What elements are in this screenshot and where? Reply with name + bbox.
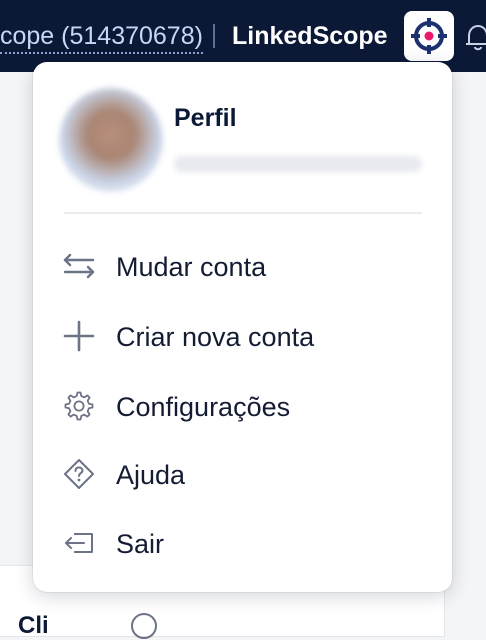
menu-item-label: Criar nova conta (116, 322, 315, 352)
swap-arrows-icon (63, 253, 95, 279)
profile-title: Perfil (174, 104, 237, 132)
gear-icon (64, 391, 94, 421)
profile-dropdown-menu: Perfil Mudar conta Criar nova conta Conf… (33, 62, 452, 592)
profile-item[interactable]: Perfil (53, 80, 433, 198)
menu-item-label: Configurações (116, 392, 291, 422)
menu-item-label: Ajuda (116, 460, 186, 490)
logout-icon (65, 533, 93, 553)
menu-item-switch-account[interactable]: Mudar conta (53, 237, 433, 293)
menu-item-settings[interactable]: Configurações (53, 377, 433, 433)
menu-item-label: Sair (116, 529, 165, 559)
menu-item-create-account[interactable]: Criar nova conta (53, 307, 433, 363)
divider (64, 212, 422, 214)
plus-icon (63, 320, 95, 352)
app-logo-button[interactable] (404, 11, 454, 61)
crosshair-logo-icon (411, 18, 447, 54)
separator (213, 24, 215, 48)
menu-item-label: Mudar conta (116, 252, 267, 282)
menu-item-help[interactable]: Ajuda (53, 445, 433, 501)
help-diamond-icon (64, 459, 94, 489)
app-name: LinkedScope (232, 22, 388, 50)
background-card-title: Cli (18, 612, 49, 639)
profile-email-blurred (174, 156, 422, 172)
avatar (59, 88, 163, 192)
info-icon[interactable] (130, 612, 158, 640)
account-link[interactable]: cope (514370678) (0, 21, 203, 54)
menu-item-logout[interactable]: Sair (53, 514, 433, 570)
bell-icon[interactable] (465, 22, 486, 52)
